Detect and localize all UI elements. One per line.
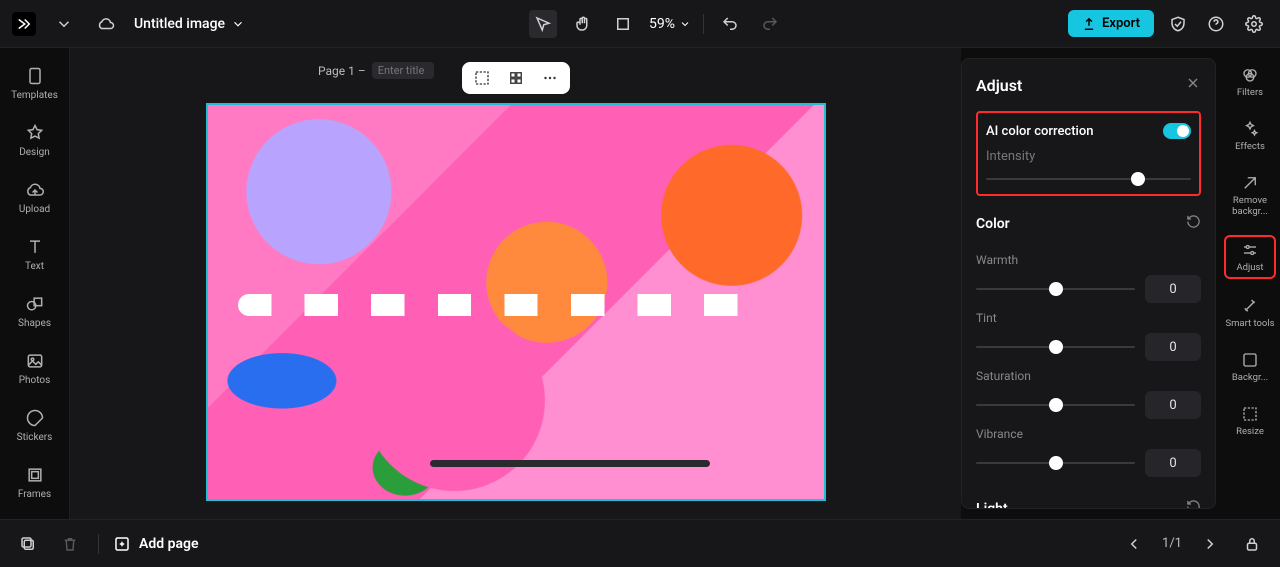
sidebar-item-templates[interactable]: Templates xyxy=(6,62,64,105)
page-label: Page 1 – xyxy=(318,62,434,79)
lock-icon[interactable] xyxy=(1238,530,1266,558)
param-slider-3[interactable] xyxy=(976,462,1135,464)
page-title-input[interactable] xyxy=(372,62,434,79)
canvas-frame[interactable] xyxy=(206,103,826,501)
right-rail: Filters Effects Remove backgr... Adjust … xyxy=(1220,48,1280,519)
reset-light-icon[interactable] xyxy=(1186,499,1201,509)
selection-toolbar xyxy=(462,62,570,94)
reset-color-icon[interactable] xyxy=(1186,214,1201,233)
duplicate-page-icon[interactable] xyxy=(14,530,42,558)
sidebar-item-stickers[interactable]: Stickers xyxy=(6,404,64,447)
app-logo[interactable] xyxy=(12,12,36,36)
tab-smart-tools[interactable]: Smart tools xyxy=(1224,293,1276,333)
param-slider-2[interactable] xyxy=(976,404,1135,406)
sidebar-item-frames[interactable]: Frames xyxy=(6,461,64,504)
horizontal-scrollbar[interactable] xyxy=(430,460,710,467)
intensity-label: Intensity xyxy=(986,149,1191,164)
zoom-display[interactable]: 59% xyxy=(649,16,691,32)
undo-button[interactable] xyxy=(716,10,744,38)
crop-icon[interactable] xyxy=(472,68,492,88)
document-title[interactable]: Untitled image xyxy=(134,16,245,32)
prev-page-icon[interactable] xyxy=(1120,530,1148,558)
param-label-0: Warmth xyxy=(976,253,1201,267)
canvas-area: Page 1 – xyxy=(70,48,961,519)
chevron-down-icon[interactable] xyxy=(50,10,78,38)
tab-filters[interactable]: Filters xyxy=(1224,62,1276,102)
param-value-1[interactable]: 0 xyxy=(1145,333,1201,361)
sidebar-item-upload[interactable]: Upload xyxy=(6,176,64,219)
more-icon[interactable] xyxy=(540,68,560,88)
param-value-2[interactable]: 0 xyxy=(1145,391,1201,419)
expand-icon[interactable] xyxy=(506,68,526,88)
sidebar-item-shapes[interactable]: Shapes xyxy=(6,290,64,333)
ai-cc-label: AI color correction xyxy=(986,124,1093,139)
hand-tool[interactable] xyxy=(569,10,597,38)
close-icon[interactable] xyxy=(1185,75,1201,95)
sidebar-item-design[interactable]: Design xyxy=(6,119,64,162)
param-value-0[interactable]: 0 xyxy=(1145,275,1201,303)
sidebar-item-text[interactable]: Text xyxy=(6,233,64,276)
param-slider-1[interactable] xyxy=(976,346,1135,348)
intensity-slider[interactable] xyxy=(986,178,1191,180)
help-icon[interactable] xyxy=(1202,10,1230,38)
canvas-image xyxy=(208,105,824,499)
crop-tool[interactable] xyxy=(609,10,637,38)
param-slider-0[interactable] xyxy=(976,288,1135,290)
cloud-icon[interactable] xyxy=(92,10,120,38)
select-tool[interactable] xyxy=(529,10,557,38)
redo-button[interactable] xyxy=(756,10,784,38)
param-label-3: Vibrance xyxy=(976,427,1201,441)
tab-effects[interactable]: Effects xyxy=(1224,116,1276,156)
param-value-3[interactable]: 0 xyxy=(1145,449,1201,477)
delete-page-icon[interactable] xyxy=(56,530,84,558)
topbar: Untitled image 59% Export xyxy=(0,0,1280,48)
panel-title: Adjust xyxy=(976,76,1022,95)
color-section-title: Color xyxy=(976,216,1010,232)
settings-icon[interactable] xyxy=(1240,10,1268,38)
export-button[interactable]: Export xyxy=(1068,10,1154,37)
add-page-button[interactable]: Add page xyxy=(113,535,198,553)
title-text: Untitled image xyxy=(134,16,225,32)
left-rail: Templates Design Upload Text Shapes Phot… xyxy=(0,48,70,519)
tab-adjust[interactable]: Adjust xyxy=(1224,235,1276,279)
ai-color-correction-group: AI color correction Intensity xyxy=(976,111,1201,196)
light-section-title: Light xyxy=(976,501,1008,510)
tab-remove-bg[interactable]: Remove backgr... xyxy=(1224,170,1276,221)
param-label-2: Saturation xyxy=(976,369,1201,383)
shield-icon[interactable] xyxy=(1164,10,1192,38)
param-label-1: Tint xyxy=(976,311,1201,325)
tab-background[interactable]: Backgr... xyxy=(1224,347,1276,387)
ai-cc-toggle[interactable] xyxy=(1163,123,1191,139)
tab-resize[interactable]: Resize xyxy=(1224,401,1276,441)
page-counter: 1/1 xyxy=(1162,536,1182,551)
sidebar-item-photos[interactable]: Photos xyxy=(6,347,64,390)
bottombar: Add page 1/1 xyxy=(0,519,1280,567)
adjust-panel: Adjust AI color correction Intensity Col… xyxy=(961,58,1216,509)
next-page-icon[interactable] xyxy=(1196,530,1224,558)
